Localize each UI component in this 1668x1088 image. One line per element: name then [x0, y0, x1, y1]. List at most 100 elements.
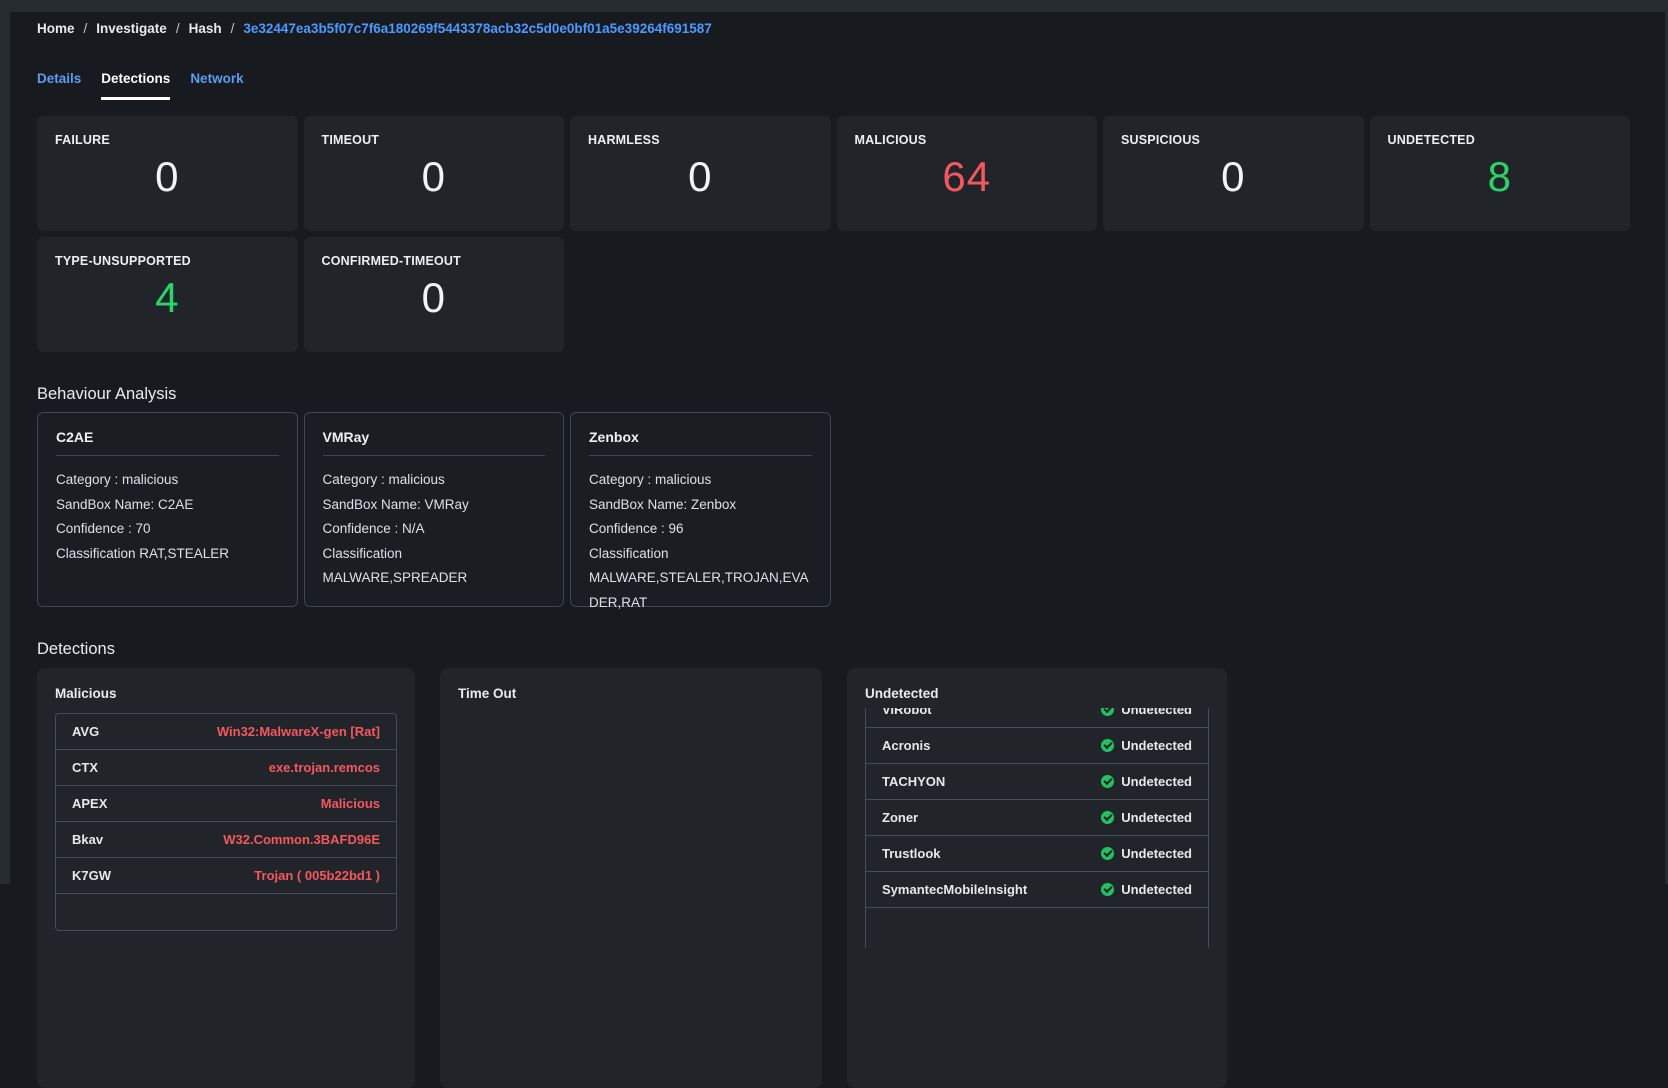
- undetected-table: ViRobot Undetected Acronis Undetected: [866, 708, 1208, 908]
- stat-label: TIMEOUT: [304, 116, 565, 147]
- divider: [323, 455, 546, 456]
- detection-row: CTX exe.trojan.remcos: [56, 750, 396, 786]
- engine-name: ViRobot: [882, 708, 932, 717]
- engine-name: TACHYON: [882, 774, 945, 789]
- engine-name: Bkav: [72, 832, 103, 847]
- check-circle-icon: [1101, 883, 1114, 896]
- sandbox-name: SandBox Name: C2AE: [56, 493, 279, 518]
- sandbox-card-title: C2AE: [56, 429, 279, 445]
- stat-value: 0: [304, 274, 565, 322]
- breadcrumb-home[interactable]: Home: [37, 21, 75, 36]
- sandbox-card-title: Zenbox: [589, 429, 812, 445]
- sandbox-classification: Classification MALWARE,SPREADER: [323, 542, 546, 591]
- detection-row: TACHYON Undetected: [866, 764, 1208, 800]
- tab-details[interactable]: Details: [37, 71, 81, 100]
- badge-label: Undetected: [1121, 708, 1192, 717]
- divider: [56, 455, 279, 456]
- badge-label: Undetected: [1121, 738, 1192, 753]
- check-circle-icon: [1101, 739, 1114, 752]
- undetected-badge: Undetected: [1101, 810, 1192, 825]
- stat-value: 0: [570, 153, 831, 201]
- behaviour-grid: C2AE Category : malicious SandBox Name: …: [37, 412, 1630, 607]
- detection-result: W32.Common.3BAFD96E: [223, 832, 380, 847]
- timeout-panel-label: Time Out: [458, 686, 804, 700]
- badge-label: Undetected: [1121, 810, 1192, 825]
- tab-bar: Details Detections Network: [37, 71, 1630, 100]
- sandbox-card-vmray: VMRay Category : malicious SandBox Name:…: [304, 412, 565, 607]
- detection-row: SymantecMobileInsight Undetected: [866, 872, 1208, 908]
- stats-grid: FAILURE 0 TIMEOUT 0 HARMLESS 0 MALICIOUS…: [37, 116, 1630, 352]
- undetected-table-scroll[interactable]: ViRobot Undetected Acronis Undetected: [865, 708, 1209, 948]
- detections-grid: Malicious AVG Win32:MalwareX-gen [Rat] C…: [37, 668, 1630, 1088]
- sandbox-card-c2ae: C2AE Category : malicious SandBox Name: …: [37, 412, 298, 607]
- stat-card-malicious: MALICIOUS 64: [837, 116, 1098, 231]
- stat-card-harmless: HARMLESS 0: [570, 116, 831, 231]
- undetected-badge: Undetected: [1101, 774, 1192, 789]
- engine-name: Acronis: [882, 738, 930, 753]
- badge-label: Undetected: [1121, 774, 1192, 789]
- detection-result: Win32:MalwareX-gen [Rat]: [217, 724, 380, 739]
- detection-result: exe.trojan.remcos: [269, 760, 380, 775]
- check-circle-icon: [1101, 847, 1114, 860]
- stat-label: FAILURE: [37, 116, 298, 147]
- detection-row: ViRobot Undetected: [866, 708, 1208, 728]
- breadcrumb-separator: /: [84, 21, 88, 36]
- detection-row: K7GW Trojan ( 005b22bd1 ): [56, 858, 396, 894]
- undetected-panel-label: Undetected: [865, 686, 1209, 700]
- stat-label: SUSPICIOUS: [1103, 116, 1364, 147]
- undetected-badge: Undetected: [1101, 882, 1192, 897]
- stat-label: CONFIRMED-TIMEOUT: [304, 237, 565, 268]
- engine-name: AVG: [72, 724, 99, 739]
- stat-card-failure: FAILURE 0: [37, 116, 298, 231]
- detection-result: Malicious: [321, 796, 380, 811]
- window-frame-left: [0, 0, 10, 884]
- stat-value: 8: [1370, 153, 1631, 201]
- detection-row: Acronis Undetected: [866, 728, 1208, 764]
- stat-value: 0: [304, 153, 565, 201]
- detection-row: [56, 894, 396, 930]
- badge-label: Undetected: [1121, 882, 1192, 897]
- detections-malicious-panel: Malicious AVG Win32:MalwareX-gen [Rat] C…: [37, 668, 415, 1088]
- window-frame-top: [0, 0, 1668, 12]
- behaviour-analysis-title: Behaviour Analysis: [37, 385, 1630, 404]
- stat-card-timeout: TIMEOUT 0: [304, 116, 565, 231]
- sandbox-classification: Classification MALWARE,STEALER,TROJAN,EV…: [589, 542, 812, 616]
- engine-name: K7GW: [72, 868, 111, 883]
- tab-network[interactable]: Network: [190, 71, 243, 100]
- engine-name: SymantecMobileInsight: [882, 882, 1027, 897]
- breadcrumb: Home / Investigate / Hash / 3e32447ea3b5…: [37, 12, 1630, 38]
- stat-label: UNDETECTED: [1370, 116, 1631, 147]
- breadcrumb-hash[interactable]: Hash: [189, 21, 222, 36]
- sandbox-category: Category : malicious: [589, 468, 812, 493]
- check-circle-icon: [1101, 775, 1114, 788]
- detection-result: Trojan ( 005b22bd1 ): [254, 868, 380, 883]
- breadcrumb-separator: /: [231, 21, 235, 36]
- stat-label: TYPE-UNSUPPORTED: [37, 237, 298, 268]
- check-circle-icon: [1101, 708, 1114, 716]
- stat-card-confirmed-timeout: CONFIRMED-TIMEOUT 0: [304, 237, 565, 352]
- sandbox-confidence: Confidence : 96: [589, 517, 812, 542]
- detection-row: Zoner Undetected: [866, 800, 1208, 836]
- undetected-badge: Undetected: [1101, 738, 1192, 753]
- engine-name: Zoner: [882, 810, 918, 825]
- sandbox-name: SandBox Name: Zenbox: [589, 493, 812, 518]
- check-circle-icon: [1101, 811, 1114, 824]
- undetected-badge: Undetected: [1101, 846, 1192, 861]
- breadcrumb-separator: /: [176, 21, 180, 36]
- stat-card-undetected: UNDETECTED 8: [1370, 116, 1631, 231]
- sandbox-card-title: VMRay: [323, 429, 546, 445]
- divider: [589, 455, 812, 456]
- stat-value: 0: [1103, 153, 1364, 201]
- breadcrumb-hash-value[interactable]: 3e32447ea3b5f07c7f6a180269f5443378acb32c…: [243, 21, 711, 36]
- engine-name: Trustlook: [882, 846, 941, 861]
- undetected-badge: Undetected: [1101, 708, 1192, 717]
- badge-label: Undetected: [1121, 846, 1192, 861]
- detection-row: AVG Win32:MalwareX-gen [Rat]: [56, 714, 396, 750]
- breadcrumb-investigate[interactable]: Investigate: [96, 21, 167, 36]
- stat-label: MALICIOUS: [837, 116, 1098, 147]
- stat-card-type-unsupported: TYPE-UNSUPPORTED 4: [37, 237, 298, 352]
- detection-row: Bkav W32.Common.3BAFD96E: [56, 822, 396, 858]
- stat-value: 4: [37, 274, 298, 322]
- tab-detections[interactable]: Detections: [101, 71, 170, 100]
- sandbox-name: SandBox Name: VMRay: [323, 493, 546, 518]
